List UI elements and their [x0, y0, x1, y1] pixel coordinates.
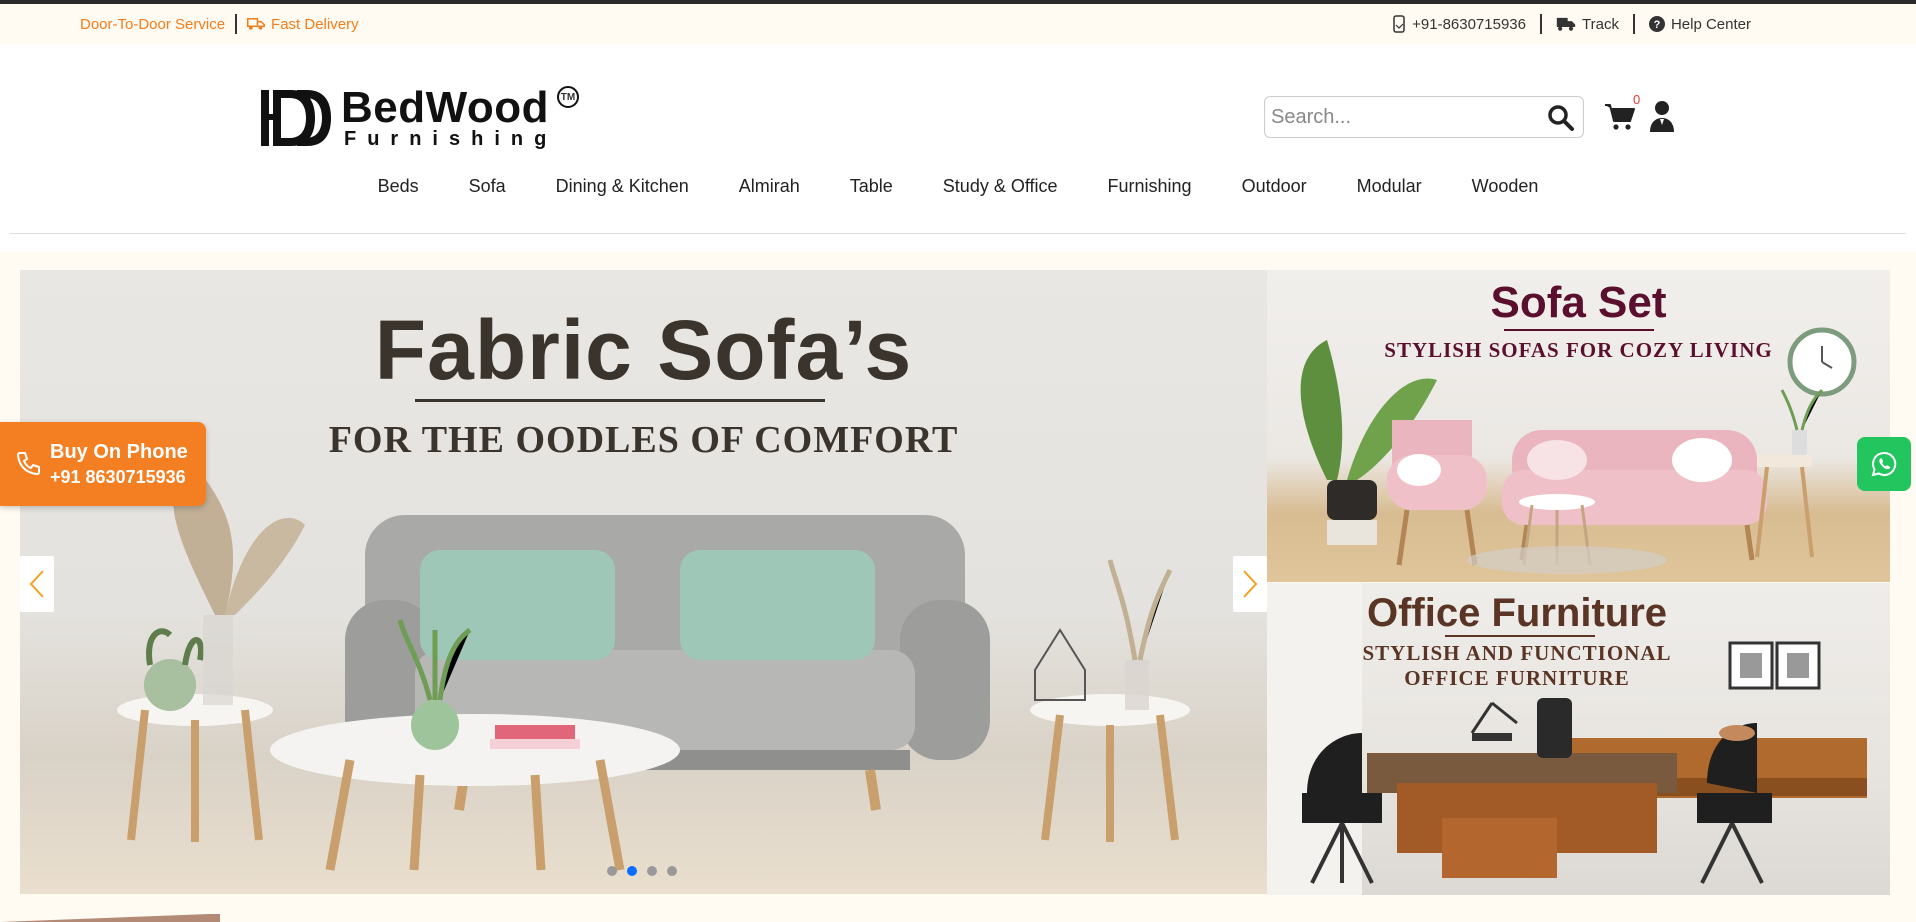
main-nav: Beds Sofa Dining & Kitchen Almirah Table…	[10, 176, 1906, 197]
side-banner-sofa-set[interactable]: Sofa Set STYLISH SOFAS FOR COZY LIVING	[1267, 270, 1890, 582]
slider-dots	[607, 866, 677, 876]
nav-item-table[interactable]: Table	[825, 176, 918, 197]
bedwood-logo[interactable]: BedWood Furnishing TM	[257, 83, 579, 150]
nav-item-wooden[interactable]: Wooden	[1447, 176, 1564, 197]
trademark-badge: TM	[557, 86, 579, 108]
search-box	[1264, 96, 1584, 138]
site-header: BedWood Furnishing TM 0 Beds Sofa Dining…	[10, 44, 1906, 234]
fast-delivery-label: Fast Delivery	[271, 15, 359, 33]
user-account-icon[interactable]	[1648, 100, 1676, 132]
hero-section: Fabric Sofa’s FOR THE OODLES OF COMFORT	[0, 252, 1916, 922]
slider-dot[interactable]	[667, 866, 677, 876]
divider	[235, 14, 238, 34]
nav-item-almirah[interactable]: Almirah	[714, 176, 825, 197]
track-label: Track	[1582, 15, 1619, 33]
buy-on-phone-number: +91 8630715936	[50, 467, 186, 487]
cart-icon[interactable]	[1604, 102, 1636, 132]
chevron-right-icon	[1243, 570, 1258, 598]
logo-text: BedWood Furnishing	[341, 83, 558, 150]
logo-monogram	[257, 86, 339, 150]
office-illustration	[1267, 583, 1867, 895]
buy-on-phone-title: Buy On Phone	[50, 441, 188, 463]
question-circle-icon: ?	[1648, 16, 1665, 32]
logo-sub: Furnishing	[344, 128, 558, 150]
topbar-left: Door-To-Door Service Fast Delivery	[80, 14, 359, 34]
search-icon[interactable]	[1547, 104, 1575, 132]
sofa-illustration	[117, 465, 1190, 871]
nav-item-furnishing[interactable]: Furnishing	[1083, 176, 1217, 197]
phone-number: +91-8630715936	[1412, 15, 1526, 33]
divider	[1540, 14, 1542, 34]
whatsapp-icon	[1871, 451, 1897, 477]
phone-icon	[17, 452, 40, 475]
buy-on-phone-text: Buy On Phone +91 8630715936	[50, 439, 188, 489]
nav-item-beds[interactable]: Beds	[353, 176, 444, 197]
nav-item-sofa[interactable]: Sofa	[444, 176, 531, 197]
divider	[1632, 14, 1635, 34]
help-center-label: Help Center	[1670, 15, 1751, 33]
truck-icon	[247, 18, 266, 30]
door-to-door-link[interactable]: Door-To-Door Service	[80, 16, 225, 33]
pink-sofa-illustration	[1300, 327, 1857, 574]
main-banner-fabric-sofa[interactable]: Fabric Sofa’s FOR THE OODLES OF COMFORT	[20, 270, 1267, 894]
phone-link[interactable]: +91-8630715936	[1392, 15, 1526, 33]
slider-prev-button[interactable]	[20, 556, 54, 612]
search-input[interactable]	[1265, 105, 1535, 129]
slider-dot[interactable]	[647, 866, 657, 876]
nav-item-outdoor[interactable]: Outdoor	[1217, 176, 1332, 197]
chevron-left-icon	[29, 570, 44, 598]
nav-item-study-office[interactable]: Study & Office	[918, 176, 1083, 197]
fast-delivery-link[interactable]: Fast Delivery	[247, 16, 359, 33]
track-link[interactable]: Track	[1556, 16, 1619, 33]
svg-text:?: ?	[1654, 19, 1661, 31]
topbar-right: +91-8630715936 Track ? Help Center	[1392, 14, 1751, 34]
logo-name: BedWood	[341, 83, 549, 132]
buy-on-phone-button[interactable]: Buy On Phone +91 8630715936	[0, 422, 206, 506]
cart-count-badge: 0	[1633, 92, 1641, 107]
help-center-link[interactable]: ? Help Center	[1648, 15, 1751, 33]
side-banner-office-furniture[interactable]: Office Furniture STYLISH AND FUNCTIONAL …	[1267, 583, 1890, 895]
slider-dot[interactable]	[607, 866, 617, 876]
whatsapp-button[interactable]	[1857, 437, 1911, 491]
truck-icon	[1556, 17, 1576, 31]
slider-dot-active[interactable]	[627, 866, 637, 876]
slider-next-button[interactable]	[1233, 556, 1267, 612]
topbar: Door-To-Door Service Fast Delivery +91-8…	[0, 4, 1916, 44]
mobile-phone-icon	[1393, 15, 1405, 33]
nav-item-dining-kitchen[interactable]: Dining & Kitchen	[531, 176, 714, 197]
nav-item-modular[interactable]: Modular	[1332, 176, 1447, 197]
